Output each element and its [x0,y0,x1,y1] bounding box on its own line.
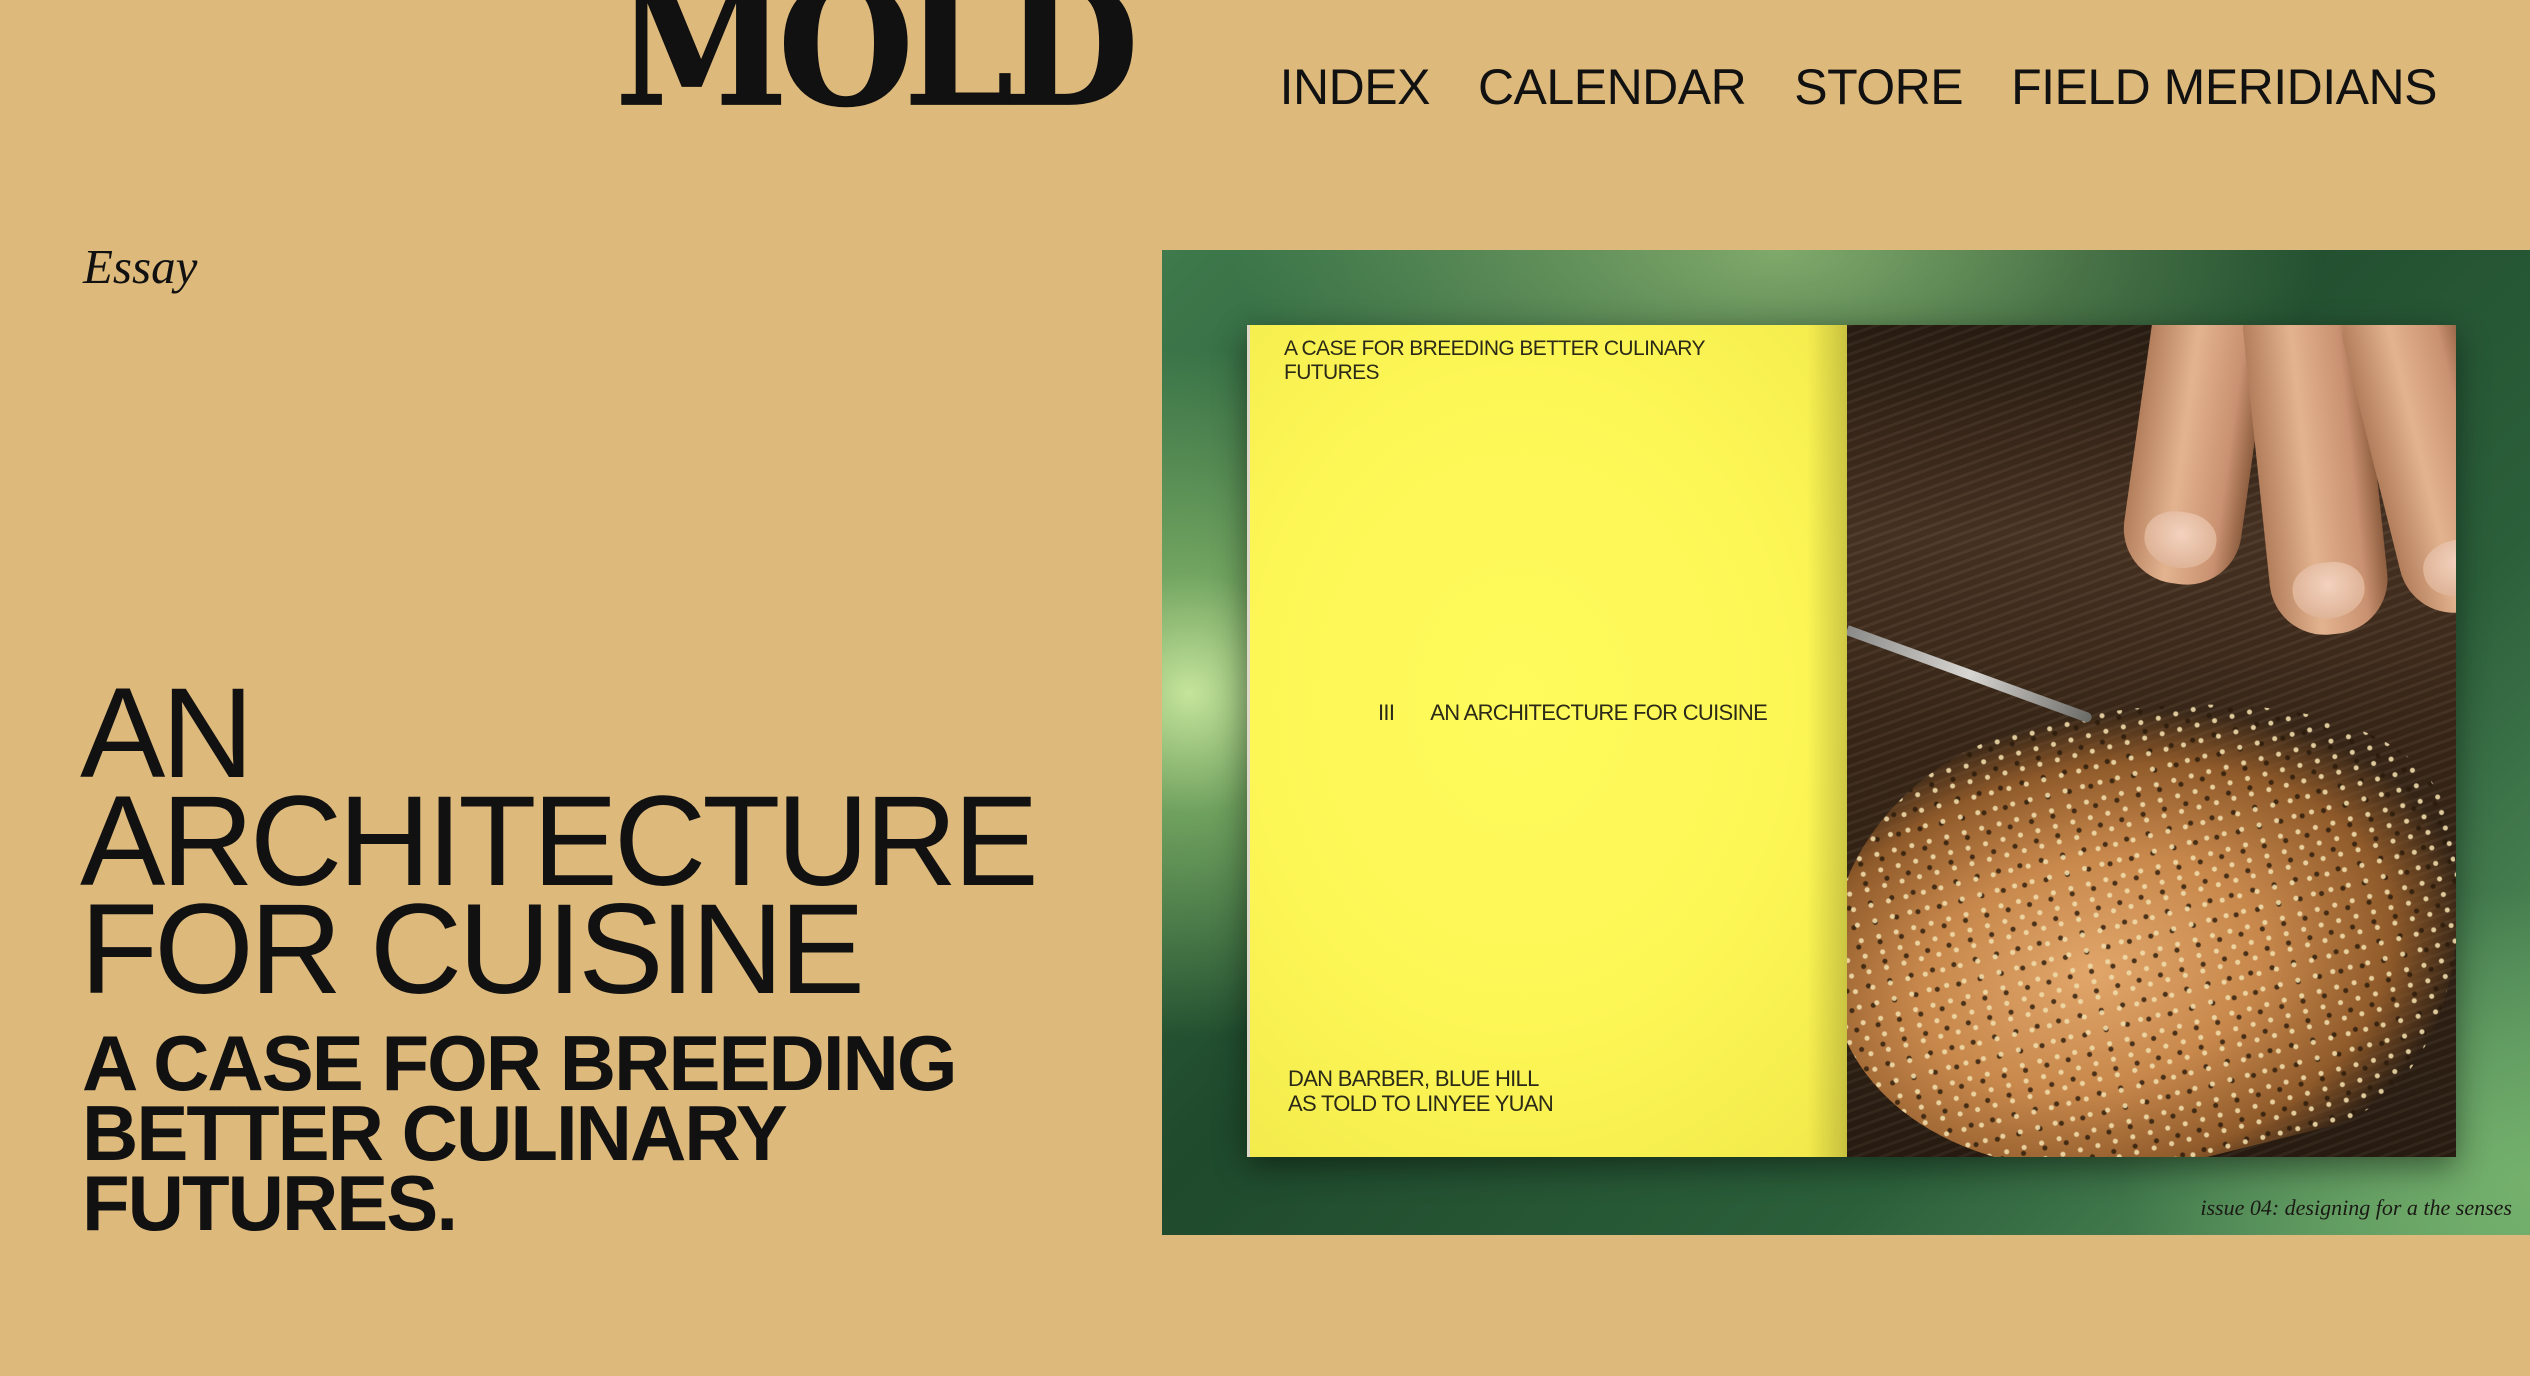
magazine-right-page-photo [1847,325,2456,1157]
nav-store[interactable]: STORE [1794,58,1963,116]
main-nav: INDEX CALENDAR STORE FIELD MERIDIANS [1280,58,2438,116]
image-caption: issue 04: designing for a the senses [2200,1195,2512,1220]
subtitle-line: FUTURES. [82,1159,458,1247]
page-running-header: A CASE FOR BREEDING BETTER CULINARY FUTU… [1284,337,1754,385]
chapter-title: AN ARCHITECTURE FOR CUISINE [1430,700,1768,725]
chapter-number: III [1378,700,1395,725]
page-header-line: A CASE FOR BREEDING BETTER CULINARY [1284,337,1705,360]
nav-calendar[interactable]: CALENDAR [1478,58,1747,116]
subtitle-line: A CASE FOR BREEDING [82,1019,958,1107]
hand [2067,325,2456,645]
credit-line: DAN BARBER, BLUE HILL [1288,1066,1539,1091]
article-subtitle: A CASE FOR BREEDING BETTER CULINARY FUTU… [82,1019,1082,1247]
open-magazine: A CASE FOR BREEDING BETTER CULINARY FUTU… [1247,325,2456,1157]
nav-index[interactable]: INDEX [1280,58,1431,116]
magazine-left-page: A CASE FOR BREEDING BETTER CULINARY FUTU… [1247,325,1847,1157]
subtitle-line: BETTER CULINARY [82,1089,788,1177]
page-header-line: FUTURES [1284,361,1380,384]
mold-logo[interactable]: MOLD [615,0,1140,130]
credit-line: AS TOLD TO LINYEE YUAN [1288,1091,1554,1116]
article-kicker: Essay [83,239,198,294]
article-title: AN ARCHITECTURE FOR CUISINE [80,670,1140,1014]
nav-field-meridians[interactable]: FIELD MERIDIANS [2011,58,2437,116]
hero-image: A CASE FOR BREEDING BETTER CULINARY FUTU… [1162,250,2530,1235]
chapter-heading: III AN ARCHITECTURE FOR CUISINE [1378,700,1768,726]
page-credits: DAN BARBER, BLUE HILL AS TOLD TO LINYEE … [1288,1066,1554,1116]
